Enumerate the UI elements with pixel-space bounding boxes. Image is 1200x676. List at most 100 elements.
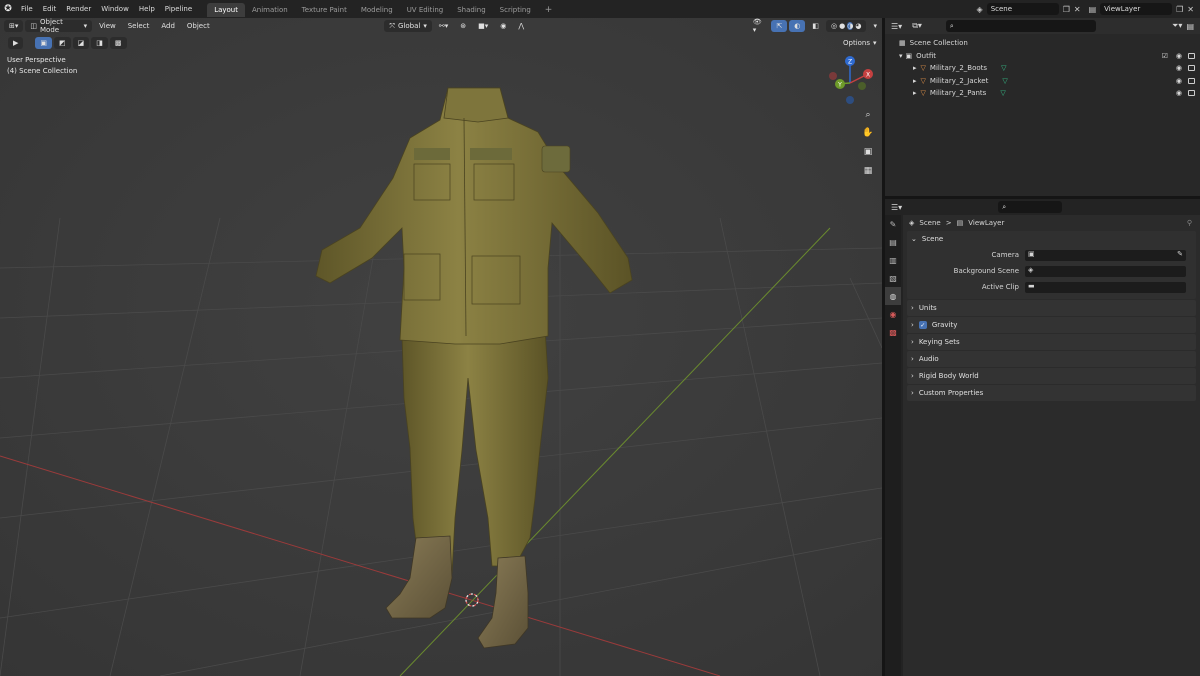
tab-uv-editing[interactable]: UV Editing	[400, 3, 451, 17]
new-scene-icon[interactable]: ❐	[1063, 5, 1070, 14]
camera-field[interactable]: ▣ ✎	[1025, 249, 1186, 261]
expand-arrow-icon[interactable]: ▸	[913, 89, 917, 97]
outliner-row-pants[interactable]: ▸ ▽ Military_2_Pants ▽ ◉	[885, 87, 1200, 100]
select-extend-icon[interactable]: ◩	[54, 37, 71, 49]
add-workspace-button[interactable]: +	[538, 3, 560, 17]
tab-scripting[interactable]: Scripting	[493, 3, 538, 17]
render-camera-icon[interactable]	[1188, 77, 1195, 84]
render-camera-icon[interactable]	[1188, 90, 1195, 97]
gravity-checkbox[interactable]: ✓	[918, 321, 927, 329]
tab-texture-paint[interactable]: Texture Paint	[295, 3, 354, 17]
view-layer-icon[interactable]: ▤	[1089, 5, 1097, 14]
tab-modeling[interactable]: Modeling	[354, 3, 400, 17]
rigid-body-world-panel-header[interactable]: › Rigid Body World	[907, 368, 1196, 384]
tab-shading[interactable]: Shading	[450, 3, 492, 17]
falloff-icon[interactable]: ⋀	[513, 20, 529, 32]
keying-sets-panel-header[interactable]: › Keying Sets	[907, 334, 1196, 350]
xray-icon[interactable]: ◧	[807, 20, 824, 32]
outliner-row-jacket[interactable]: ▸ ▽ Military_2_Jacket ▽ ◉	[885, 75, 1200, 88]
gizmo-neg-y[interactable]	[858, 82, 866, 90]
delete-scene-icon[interactable]: ✕	[1074, 5, 1081, 14]
render-camera-icon[interactable]	[1188, 52, 1195, 59]
gizmo-toggle-icon[interactable]: ⇱	[771, 20, 788, 32]
snap-target-icon[interactable]: ■▾	[473, 20, 493, 32]
eyedropper-icon[interactable]: ✎	[1177, 250, 1183, 258]
view-layer-selector[interactable]: ViewLayer	[1100, 3, 1173, 15]
outliner-search-input[interactable]: ⌕	[945, 20, 1096, 32]
menu-window[interactable]: Window	[96, 0, 134, 18]
solid-shading-icon[interactable]: ●	[839, 22, 845, 30]
outliner-row-boots[interactable]: ▸ ▽ Military_2_Boots ▽ ◉	[885, 62, 1200, 75]
menu-render[interactable]: Render	[61, 0, 96, 18]
scene-selector[interactable]: Scene	[986, 3, 1059, 15]
grid-view-icon[interactable]: ▦	[861, 164, 875, 178]
eye-icon[interactable]: ◉	[1176, 77, 1182, 85]
eye-icon[interactable]: ◉	[1176, 52, 1182, 60]
render-camera-icon[interactable]	[1188, 65, 1195, 72]
new-view-layer-icon[interactable]: ❐	[1176, 5, 1183, 14]
expand-arrow-icon[interactable]: ▸	[913, 64, 917, 72]
pivot-icon[interactable]: ⚯▾	[434, 20, 453, 32]
new-collection-icon[interactable]: ▤	[1186, 22, 1194, 31]
render-tab-icon[interactable]: ▤	[885, 233, 901, 251]
snap-icon[interactable]: ⊛	[455, 20, 471, 32]
outliner-row-outfit[interactable]: ▾ ▣ Outfit ☑ ◉	[885, 50, 1200, 63]
gizmo-neg-x[interactable]	[829, 72, 837, 80]
menu-file[interactable]: File	[16, 0, 38, 18]
menu-select[interactable]: Select	[123, 20, 155, 32]
blender-logo-icon[interactable]: ✪	[0, 4, 16, 14]
menu-pipeline[interactable]: Pipeline	[160, 0, 197, 18]
shading-options-icon[interactable]: ▾	[868, 20, 882, 32]
display-mode-icon[interactable]: ⧉▾	[912, 21, 922, 31]
view-layer-tab-icon[interactable]: ▧	[885, 269, 901, 287]
properties-search-input[interactable]: ⌕	[998, 201, 1063, 213]
active-clip-field[interactable]: ▬	[1025, 281, 1186, 293]
select-subtract-icon[interactable]: ◪	[72, 37, 90, 49]
menu-view[interactable]: View	[94, 20, 121, 32]
select-new-icon[interactable]: ▣	[35, 37, 53, 49]
3d-viewport[interactable]: Z X Y User Perspective (4) Scene Collect…	[0, 18, 882, 676]
rendered-shading-icon[interactable]: ◕	[855, 22, 861, 30]
eye-icon[interactable]: ◉	[1176, 89, 1182, 97]
custom-properties-panel-header[interactable]: › Custom Properties	[907, 385, 1196, 401]
material-shading-icon[interactable]: ◑	[847, 22, 854, 30]
mode-selector[interactable]: ◫ Object Mode ▾	[25, 18, 93, 34]
menu-help[interactable]: Help	[134, 0, 160, 18]
tab-layout[interactable]: Layout	[207, 3, 245, 17]
background-scene-field[interactable]: ◈	[1025, 265, 1186, 277]
options-button[interactable]: Options ▾	[838, 37, 882, 49]
camera-view-icon[interactable]: ▣	[861, 145, 875, 159]
zoom-icon[interactable]: ⌕	[861, 108, 875, 122]
gizmo-neg-z[interactable]	[846, 96, 854, 104]
scene-panel-header[interactable]: ⌄ Scene	[907, 231, 1196, 247]
texture-tab-icon[interactable]: ▩	[885, 323, 901, 341]
pin-icon[interactable]: ⚲	[1187, 219, 1192, 227]
visibility-icon[interactable]: 👁▾	[748, 18, 770, 34]
proportional-edit-icon[interactable]: ◉	[495, 20, 511, 32]
expand-arrow-icon[interactable]: ▾	[899, 52, 903, 60]
delete-view-layer-icon[interactable]: ✕	[1187, 5, 1194, 14]
exclude-checkbox-icon[interactable]: ☑	[1162, 52, 1168, 60]
pan-hand-icon[interactable]: ✋	[861, 126, 875, 140]
editor-type-icon[interactable]: ⊞▾	[4, 20, 24, 32]
editor-type-icon[interactable]: ☰▾	[891, 22, 902, 31]
overlay-icon[interactable]: ◐	[789, 20, 806, 32]
menu-add[interactable]: Add	[156, 20, 180, 32]
select-intersect-icon[interactable]: ▩	[109, 37, 127, 49]
shading-modes[interactable]: ◎ ● ◑ ◕	[826, 20, 867, 32]
transform-orientation-selector[interactable]: ⤧ Global ▾	[384, 20, 432, 32]
eye-icon[interactable]: ◉	[1176, 64, 1182, 72]
menu-edit[interactable]: Edit	[38, 0, 62, 18]
wireframe-shading-icon[interactable]: ◎	[831, 22, 837, 30]
scene-icon[interactable]: ◈	[977, 5, 983, 14]
world-tab-icon[interactable]: ◉	[885, 305, 901, 323]
tab-animation[interactable]: Animation	[245, 3, 295, 17]
active-tool-icon[interactable]: ▶	[8, 37, 24, 49]
audio-panel-header[interactable]: › Audio	[907, 351, 1196, 367]
output-tab-icon[interactable]: ▥	[885, 251, 901, 269]
outliner-row-scene-collection[interactable]: ▦ Scene Collection	[885, 37, 1200, 50]
scene-tab-icon[interactable]: ◍	[885, 287, 901, 305]
filter-icon[interactable]: ⏷▾	[1172, 21, 1182, 31]
expand-arrow-icon[interactable]: ▸	[913, 77, 917, 85]
tool-tab-icon[interactable]: ✎	[885, 215, 901, 233]
